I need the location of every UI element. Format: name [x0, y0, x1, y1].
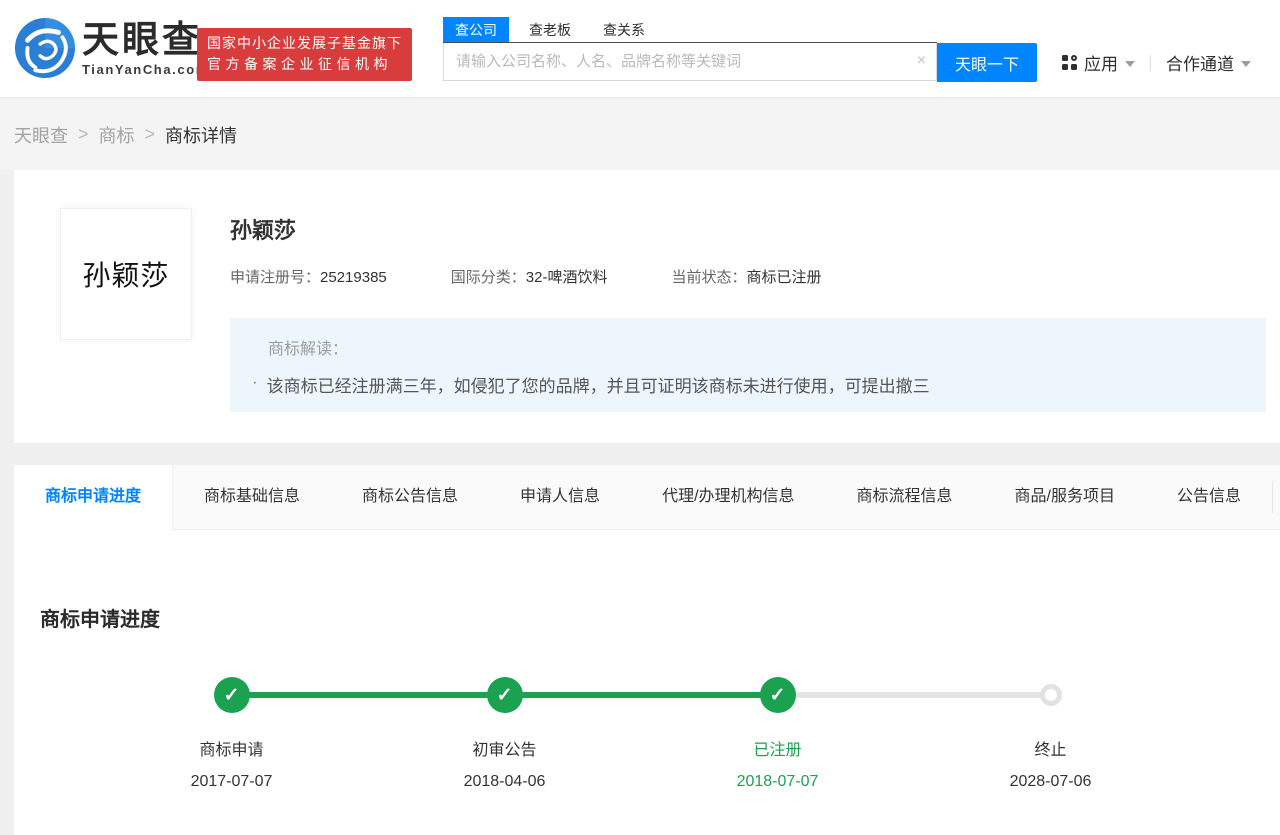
step-name: 初审公告	[368, 736, 641, 760]
timeline-step-termination: 终止 2028-07-06	[914, 677, 1187, 791]
progress-section-title: 商标申请进度	[40, 603, 160, 632]
search-tab-relation[interactable]: 查关系	[591, 17, 657, 42]
search-tab-boss[interactable]: 查老板	[517, 17, 583, 42]
tab-agency-info[interactable]: 代理/办理机构信息	[631, 465, 825, 529]
tab-applicant-info[interactable]: 申请人信息	[489, 465, 631, 529]
timeline-step-application: ✓ 商标申请 2017-07-07	[95, 677, 368, 791]
logo-title: 天眼查	[82, 20, 209, 60]
trademark-fields: 申请注册号：25219385 国际分类：32-啤酒饮料 当前状态：商标已注册	[230, 266, 886, 287]
search-button[interactable]: 天眼一下	[937, 43, 1037, 82]
tianyancha-logo[interactable]: 天眼查 TianYanCha.com	[14, 17, 209, 79]
chevron-down-icon	[1125, 61, 1135, 67]
field-label: 国际分类：	[451, 269, 526, 286]
badge-line1: 国家中小企业发展子基金旗下	[207, 33, 402, 54]
logo-text: 天眼查 TianYanCha.com	[82, 20, 209, 77]
tab-application-progress[interactable]: 商标申请进度	[14, 465, 173, 530]
progress-section: 商标申请进度 ✓ 商标申请 2017-07-07 ✓ 初审公告 2018-04-…	[14, 530, 1280, 835]
tianyancha-logo-icon	[14, 17, 76, 79]
step-date: 2028-07-06	[914, 773, 1187, 791]
breadcrumb: 天眼查 > 商标 > 商标详情	[0, 99, 1280, 170]
trademark-interpretation-box: 商标解读： · 该商标已经注册满三年，如侵犯了您的品牌，并且可证明该商标未进行使…	[230, 318, 1266, 412]
step-date: 2018-07-07	[641, 773, 914, 791]
field-current-status: 当前状态：商标已注册	[671, 266, 821, 287]
field-value: 25219385	[320, 269, 387, 286]
interpretation-text: 该商标已经注册满三年，如侵犯了您的品牌，并且可证明该商标未进行使用，可提出撤三	[267, 372, 930, 397]
check-circle-icon: ✓	[487, 677, 523, 713]
nav-partner[interactable]: 合作通道	[1166, 50, 1251, 75]
nav-divider	[1150, 55, 1151, 71]
field-label: 申请注册号：	[230, 269, 320, 286]
breadcrumb-current: 商标详情	[165, 122, 237, 148]
field-international-class: 国际分类：32-啤酒饮料	[451, 266, 608, 287]
field-registration-number: 申请注册号：25219385	[230, 266, 387, 287]
tab-gazette-info[interactable]: 公告信息	[1146, 465, 1272, 529]
step-name: 已注册	[641, 736, 914, 760]
search-input[interactable]	[444, 43, 936, 80]
trademark-summary-card: 孙颖莎 孙颖莎 申请注册号：25219385 国际分类：32-啤酒饮料 当前状态…	[14, 170, 1280, 443]
official-endorsement-badge: 国家中小企业发展子基金旗下 官方备案企业征信机构	[197, 28, 412, 81]
badge-line2: 官方备案企业征信机构	[207, 54, 402, 75]
breadcrumb-separator: >	[145, 124, 156, 145]
search-row: × 天眼一下	[443, 43, 1037, 82]
breadcrumb-separator: >	[78, 124, 89, 145]
interpretation-row: · 该商标已经注册满三年，如侵犯了您的品牌，并且可证明该商标未进行使用，可提出撤…	[268, 372, 1246, 397]
pending-circle-icon	[1040, 684, 1062, 706]
check-circle-icon: ✓	[760, 677, 796, 713]
timeline-step-preliminary: ✓ 初审公告 2018-04-06	[368, 677, 641, 791]
tab-goods-services[interactable]: 商品/服务项目	[984, 465, 1146, 529]
chevron-down-icon	[1241, 61, 1251, 67]
trademark-image: 孙颖莎	[60, 208, 192, 340]
nav-apps[interactable]: 应用	[1062, 50, 1135, 75]
timeline-steps: ✓ 商标申请 2017-07-07 ✓ 初审公告 2018-04-06 ✓ 已注…	[95, 677, 1187, 791]
tab-basic-info[interactable]: 商标基础信息	[173, 465, 331, 529]
nav-partner-label: 合作通道	[1166, 50, 1234, 75]
trademark-name: 孙颖莎	[230, 213, 296, 245]
breadcrumb-trademark[interactable]: 商标	[99, 122, 135, 148]
field-value: 商标已注册	[746, 269, 821, 286]
tab-announcement-info[interactable]: 商标公告信息	[331, 465, 489, 529]
search-module: 查公司 查老板 查关系 × 天眼一下	[443, 17, 1037, 82]
field-value: 32-啤酒饮料	[526, 269, 608, 286]
tab-divider	[1272, 481, 1273, 513]
logo-domain: TianYanCha.com	[82, 62, 209, 77]
trademark-detail-page: 天眼查 TianYanCha.com 国家中小企业发展子基金旗下 官方备案企业征…	[0, 0, 1280, 835]
search-box: ×	[443, 43, 937, 81]
step-name: 商标申请	[95, 736, 368, 760]
step-date: 2018-04-06	[368, 773, 641, 791]
detail-tabbar: 商标申请进度 商标基础信息 商标公告信息 申请人信息 代理/办理机构信息 商标流…	[14, 465, 1280, 530]
timeline-step-registered: ✓ 已注册 2018-07-07	[641, 677, 914, 791]
top-nav: 应用 合作通道	[1062, 50, 1251, 75]
top-header: 天眼查 TianYanCha.com 国家中小企业发展子基金旗下 官方备案企业征…	[0, 0, 1280, 98]
apps-grid-icon	[1062, 55, 1077, 70]
breadcrumb-home[interactable]: 天眼查	[14, 122, 68, 148]
search-tab-company[interactable]: 查公司	[443, 17, 509, 42]
progress-timeline: ✓ 商标申请 2017-07-07 ✓ 初审公告 2018-04-06 ✓ 已注…	[95, 677, 1187, 791]
field-label: 当前状态：	[671, 269, 746, 286]
interpretation-title: 商标解读：	[268, 335, 1246, 359]
step-date: 2017-07-07	[95, 773, 368, 791]
check-circle-icon: ✓	[214, 677, 250, 713]
clear-input-icon[interactable]: ×	[917, 51, 926, 71]
tab-process-info[interactable]: 商标流程信息	[826, 465, 984, 529]
nav-apps-label: 应用	[1084, 50, 1118, 75]
step-name: 终止	[914, 736, 1187, 760]
search-tabs: 查公司 查老板 查关系	[443, 17, 937, 43]
bullet-icon: ·	[252, 372, 258, 397]
